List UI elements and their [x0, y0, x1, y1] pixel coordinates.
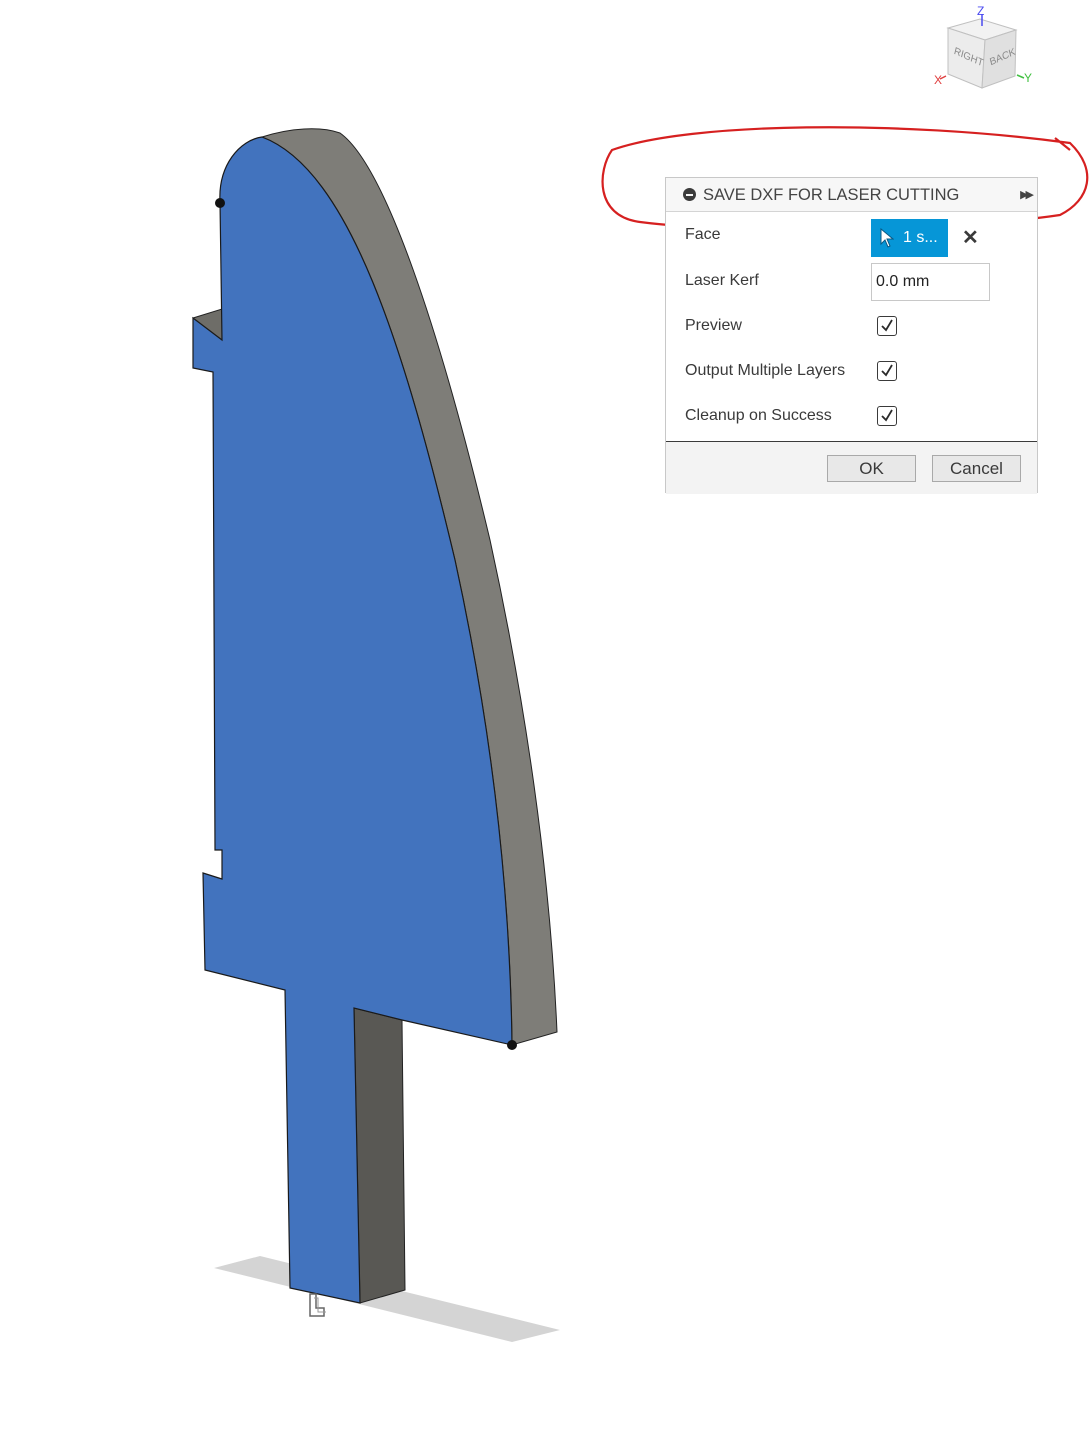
cursor-icon	[880, 228, 894, 248]
cleanup-on-success-label: Cleanup on Success	[685, 407, 832, 424]
part-side-stem	[353, 1007, 406, 1304]
preview-row: Preview	[666, 307, 1037, 347]
laser-kerf-row: Laser Kerf	[666, 262, 1037, 302]
output-multiple-layers-row: Output Multiple Layers	[666, 352, 1037, 392]
face-row: Face 1 s... ✕	[666, 216, 1037, 257]
check-icon	[881, 364, 893, 377]
laser-kerf-input[interactable]	[871, 263, 990, 301]
expand-icon[interactable]: ▶▶	[1020, 188, 1034, 201]
output-multiple-layers-label: Output Multiple Layers	[685, 362, 846, 379]
view-cube-axis-y: Y	[1024, 71, 1033, 85]
cleanup-on-success-row: Cleanup on Success	[666, 397, 1037, 437]
check-icon	[881, 409, 893, 422]
collapse-icon[interactable]	[683, 188, 696, 201]
dialog-footer: OK Cancel	[666, 441, 1037, 494]
part-face[interactable]	[192, 136, 513, 1304]
save-dxf-dialog: SAVE DXF FOR LASER CUTTING ▶▶ Face 1 s..…	[665, 177, 1038, 494]
laser-kerf-label: Laser Kerf	[685, 272, 759, 289]
face-selection-button[interactable]: 1 s...	[871, 219, 948, 257]
preview-label: Preview	[685, 317, 742, 334]
view-cube-axis-z: Z	[977, 4, 985, 18]
clear-selection-icon[interactable]: ✕	[962, 225, 979, 250]
origin-icon	[309, 1293, 326, 1317]
ok-button[interactable]: OK	[827, 455, 916, 482]
cancel-button[interactable]: Cancel	[932, 455, 1021, 482]
face-selection-label: 1 s...	[903, 229, 938, 246]
view-cube-axis-x: X	[934, 73, 943, 87]
vertex-point	[507, 1040, 517, 1050]
dialog-header[interactable]: SAVE DXF FOR LASER CUTTING ▶▶	[666, 178, 1037, 212]
output-multiple-layers-checkbox[interactable]	[877, 361, 897, 381]
viewport[interactable]: Z X Y RIGHT BACK SAVE DXF FOR LASER CUTT…	[0, 0, 1090, 1441]
face-label: Face	[685, 226, 721, 243]
dialog-title: SAVE DXF FOR LASER CUTTING	[703, 186, 960, 204]
preview-checkbox[interactable]	[877, 316, 897, 336]
check-icon	[881, 319, 893, 332]
vertex-point	[215, 198, 225, 208]
cleanup-on-success-checkbox[interactable]	[877, 406, 897, 426]
